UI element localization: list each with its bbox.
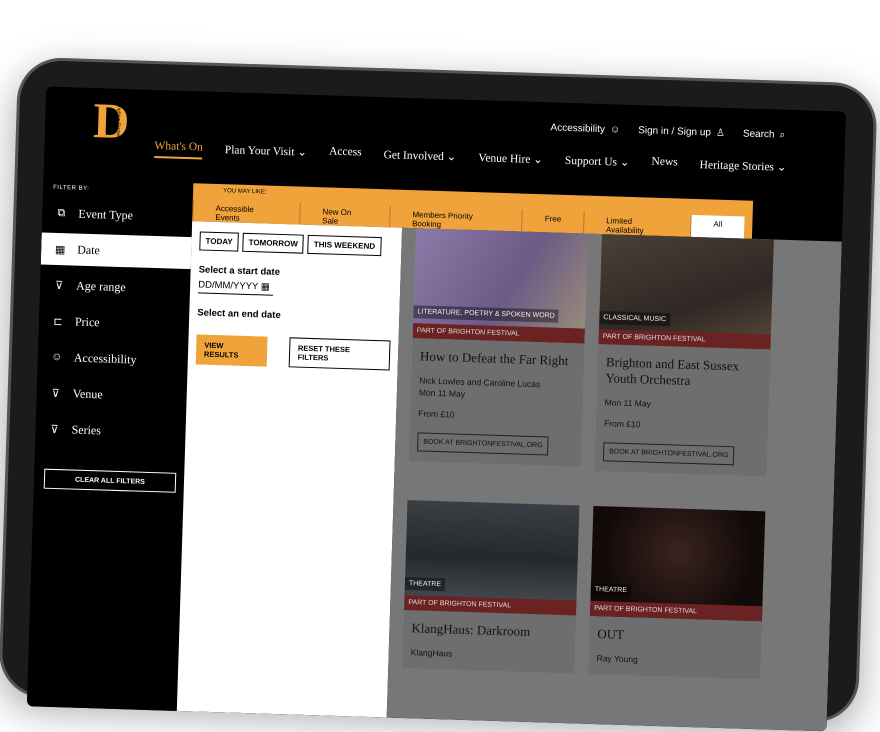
event-title[interactable]: How to Defeat the Far Right [420,348,576,369]
event-body: Brighton and East Sussex Youth Orchestra… [594,344,771,477]
logo-subtext: Brighton Dome [114,102,122,137]
event-type-icon: ⧉ [57,206,66,219]
event-category: LITERATURE, POETRY & SPOKEN WORD [413,305,559,323]
filter-series[interactable]: ⊽ Series [35,412,186,449]
accessibility-icon: ☺ [609,124,621,136]
event-price: From £10 [603,418,641,430]
accessibility-label: Accessibility [550,122,606,136]
nav-support-us[interactable]: Support Us ⌄ [565,153,630,173]
start-date-input[interactable]: DD/MM/YYYY ▦ [197,279,274,296]
nav-get-involved[interactable]: Get Involved ⌄ [383,147,456,167]
filter-label: Event Type [78,206,134,222]
clear-all-filters-button[interactable]: CLEAR ALL FILTERS [43,468,177,493]
reset-filters-button[interactable]: RESET THESE FILTERS [288,337,391,371]
event-price: From £10 [418,408,455,420]
filter-label: Age range [75,278,126,294]
nav-heritage-stories[interactable]: Heritage Stories ⌄ [699,157,786,178]
results-grid: LITERATURE, POETRY & SPOKEN WORD PART OF… [386,227,842,732]
event-image: THEATRE PART OF BRIGHTON FESTIVAL [589,505,766,622]
event-category: CLASSICAL MUSIC [599,311,671,327]
view-results-button[interactable]: VIEW RESULTS [195,334,268,367]
filter-label: Accessibility [73,350,137,367]
accessibility-link[interactable]: Accessibility ☺ [550,122,620,135]
event-body: OUT Ray Young [588,615,762,680]
quick-date-buttons: TODAY TOMORROW THIS WEEKEND [199,231,394,257]
event-image: LITERATURE, POETRY & SPOKEN WORD PART OF… [412,228,588,344]
start-date-placeholder: DD/MM/YYYY [198,279,259,293]
event-body: KlangHaus: Darkroom KlangHaus [402,610,576,674]
site-logo[interactable]: D Brighton Dome [92,92,150,150]
event-card[interactable]: THEATRE PART OF BRIGHTON FESTIVAL KlangH… [402,500,580,674]
event-image: THEATRE PART OF BRIGHTON FESTIVAL [404,500,580,616]
funnel-icon: ⊽ [50,423,59,436]
filter-event-type[interactable]: ⧉ Event Type [42,196,193,233]
filter-price[interactable]: ⊏ Price [38,304,189,341]
event-card[interactable]: CLASSICAL MUSIC PART OF BRIGHTON FESTIVA… [594,234,774,477]
logo-letter: D [92,92,131,150]
date-actions: VIEW RESULTS RESET THESE FILTERS [195,334,391,371]
you-may-like-label: YOU MAY LIKE: [223,188,267,196]
end-date-label: Select an end date [197,307,281,322]
event-title[interactable]: OUT [597,626,753,647]
filter-label: Date [77,242,101,257]
calendar-icon: ▦ [54,243,66,256]
event-date: Mon 11 May [604,397,651,409]
book-button[interactable]: BOOK AT BRIGHTONFESTIVAL.ORG [417,432,549,456]
calendar-icon: ▦ [260,281,270,293]
event-title[interactable]: KlangHaus: Darkroom [411,620,567,641]
event-title[interactable]: Brighton and East Sussex Youth Orchestra [605,354,762,391]
nav-plan-your-visit[interactable]: Plan Your Visit ⌄ [225,142,308,163]
filter-venue[interactable]: ⊽ Venue [36,376,187,413]
this-weekend-button[interactable]: THIS WEEKEND [307,234,382,257]
funnel-icon: ⊽ [54,279,64,292]
tablet-screen: D Brighton Dome Accessibility ☺ Sign in /… [26,86,846,732]
main-nav: What's On Plan Your Visit ⌄ Access Get I… [154,139,787,178]
utility-nav: Accessibility ☺ Sign in / Sign up ♙ Search… [550,122,785,140]
event-category: THEATRE [404,577,446,592]
event-category: THEATRE [590,582,632,598]
nav-venue-hire[interactable]: Venue Hire ⌄ [478,150,543,170]
ticket-icon: ⊏ [53,315,63,328]
start-date-label: Select a start date [198,264,281,278]
funnel-icon: ⊽ [51,387,60,400]
tomorrow-button[interactable]: TOMORROW [242,232,305,254]
nav-news[interactable]: News [651,156,678,175]
filter-sidebar: FILTER BY: ⧉ Event Type ▦ Date ⊽ Age range … [26,178,194,713]
user-icon: ♙ [715,127,726,139]
book-button[interactable]: BOOK AT BRIGHTONFESTIVAL.ORG [602,442,735,466]
tablet-frame: D Brighton Dome Accessibility ☺ Sign in /… [0,56,878,732]
event-performer: KlangHaus [410,647,453,659]
search-icon: ⌕ [779,129,786,141]
event-performer: Ray Young [596,653,638,665]
nav-access[interactable]: Access [329,145,362,164]
filter-label: Venue [72,386,103,401]
event-body: How to Defeat the Far Right Nick Lowles … [408,338,585,467]
filter-accessibility[interactable]: ☺ Accessibility [37,340,188,377]
search-link[interactable]: Search ⌕ [743,128,786,140]
event-card[interactable]: THEATRE PART OF BRIGHTON FESTIVAL OUT Ra… [588,505,766,680]
accessibility-icon: ☺ [51,350,63,364]
filter-date[interactable]: ▦ Date [40,232,192,270]
search-label: Search [742,128,775,141]
date-filter-panel: TODAY TOMORROW THIS WEEKEND Select a sta… [176,221,403,718]
filter-age-range[interactable]: ⊽ Age range [40,268,191,305]
event-card[interactable]: LITERATURE, POETRY & SPOKEN WORD PART OF… [408,228,588,467]
signin-label: Sign in / Sign up [637,125,712,139]
nav-whats-on[interactable]: What's On [154,139,204,160]
event-image: CLASSICAL MUSIC PART OF BRIGHTON FESTIVA… [598,234,774,350]
signin-link[interactable]: Sign in / Sign up ♙ [638,125,725,139]
filter-label: Series [71,422,102,437]
today-button[interactable]: TODAY [199,231,239,252]
filter-label: Price [74,314,100,329]
